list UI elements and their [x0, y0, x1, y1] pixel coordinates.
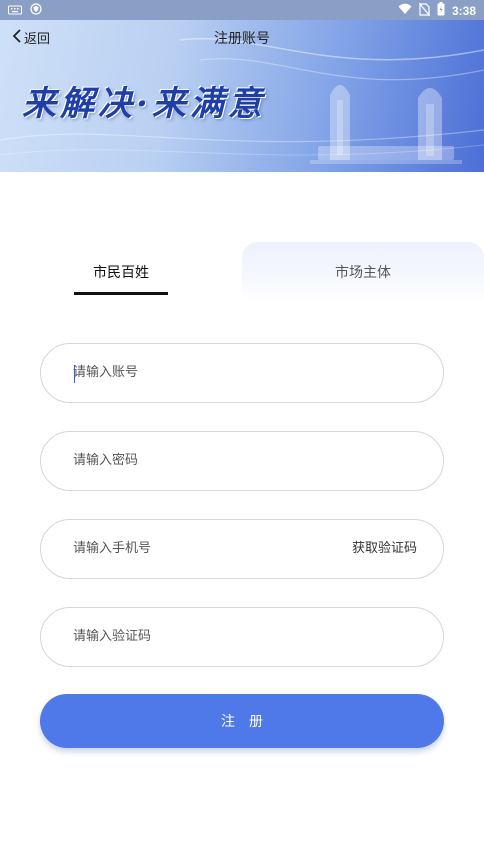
get-code-button[interactable]: 获取验证码	[352, 520, 417, 577]
code-field[interactable]	[40, 607, 444, 667]
account-field[interactable]	[40, 343, 444, 403]
page-title: 注册账号	[214, 31, 270, 47]
tab-citizen[interactable]: 市民百姓	[0, 242, 242, 302]
keyboard-icon	[8, 4, 22, 18]
shield-icon	[30, 3, 42, 18]
code-input[interactable]	[73, 608, 353, 665]
slogan-logo: 来解决·来满意	[22, 84, 266, 124]
register-button[interactable]: 注册	[40, 694, 444, 748]
status-time: 3:38	[451, 3, 476, 18]
password-field[interactable]	[40, 431, 444, 491]
header-banner: 返回 注册账号 来解决·来满意	[0, 20, 484, 172]
user-type-tabs: 市民百姓 市场主体	[0, 242, 484, 302]
tab-citizen-label: 市民百姓	[93, 265, 149, 281]
status-bar: 3:38	[0, 0, 484, 20]
phone-field[interactable]: 获取验证码	[40, 519, 444, 579]
active-tab-indicator	[74, 292, 168, 295]
password-input[interactable]	[73, 432, 353, 489]
battery-icon	[437, 2, 445, 19]
phone-input[interactable]	[73, 520, 353, 577]
no-sim-icon	[418, 2, 431, 19]
tab-business-label: 市场主体	[335, 265, 391, 281]
wifi-icon	[398, 3, 412, 18]
account-input[interactable]	[73, 344, 353, 401]
tab-business[interactable]: 市场主体	[242, 242, 484, 302]
